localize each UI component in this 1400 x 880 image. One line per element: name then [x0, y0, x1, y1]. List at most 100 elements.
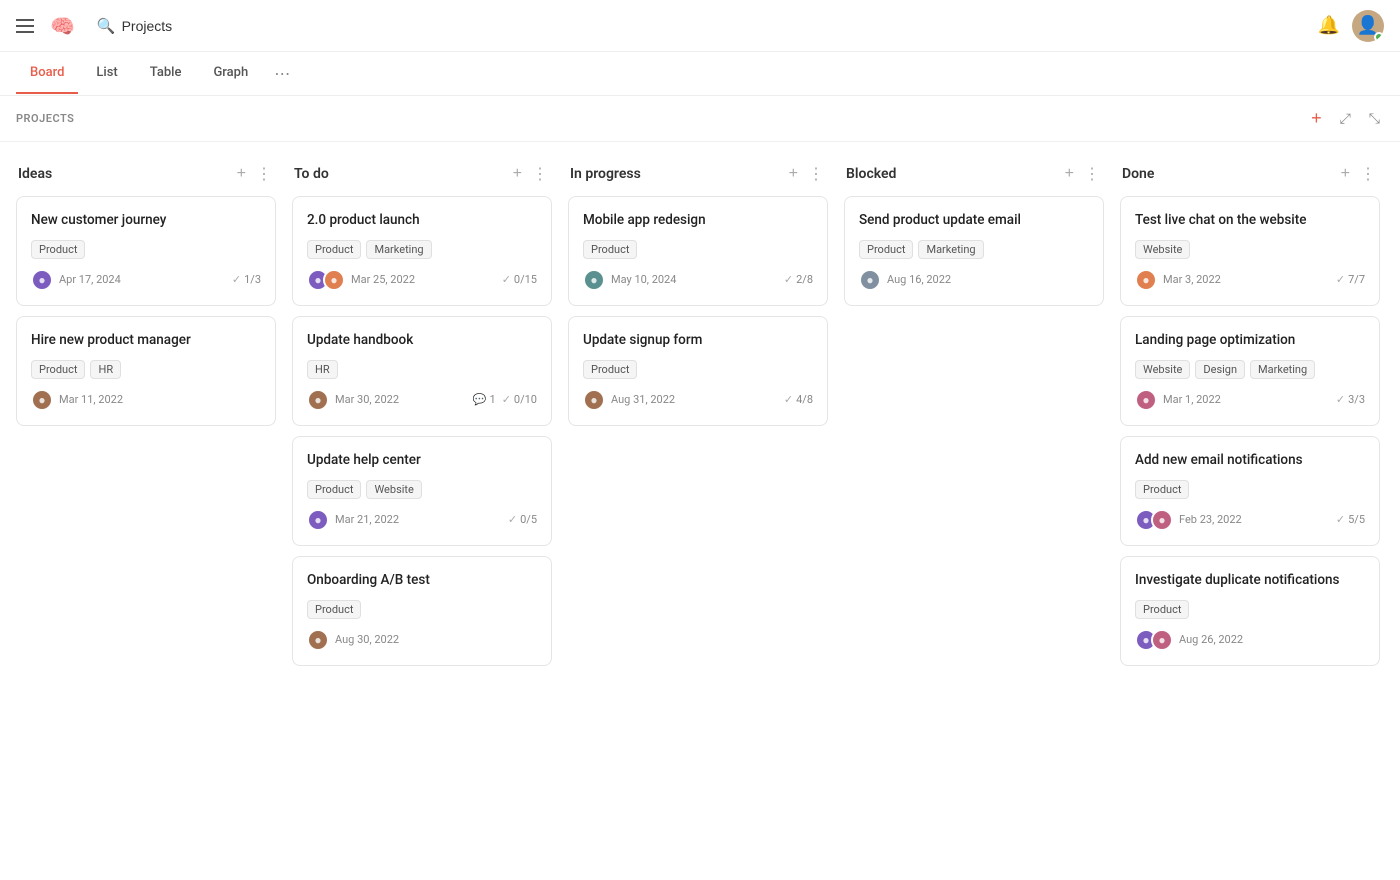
add-button[interactable]: + [1307, 106, 1326, 131]
card-tag[interactable]: Product [31, 360, 85, 379]
card-title-c6: Onboarding A/B test [307, 571, 537, 590]
card-meta-left: ●●Feb 23, 2022 [1135, 509, 1242, 531]
column-actions-todo: +⋮ [511, 162, 550, 186]
mini-avatar: ● [31, 269, 53, 291]
column-header-inprogress: In progress+⋮ [568, 158, 828, 196]
search-input[interactable] [122, 18, 222, 34]
card-tag[interactable]: HR [90, 360, 121, 379]
board: Ideas+⋮New customer journeyProduct●Apr 1… [0, 142, 1400, 880]
mini-avatar: ● [1135, 269, 1157, 291]
mini-avatar: ● [307, 509, 329, 531]
card-check: ✓ 0/5 [508, 513, 537, 526]
column-more-button-done[interactable]: ⋮ [1358, 162, 1378, 186]
card-tag[interactable]: Marketing [1250, 360, 1315, 379]
card-c10[interactable]: Test live chat on the websiteWebsite●Mar… [1120, 196, 1380, 306]
menu-icon[interactable] [16, 19, 34, 33]
card-c5[interactable]: Update help centerProductWebsite●Mar 21,… [292, 436, 552, 546]
card-tag[interactable]: Product [859, 240, 913, 259]
card-c7[interactable]: Mobile app redesignProduct●May 10, 2024✓… [568, 196, 828, 306]
card-tag[interactable]: Marketing [366, 240, 431, 259]
card-c12[interactable]: Add new email notificationsProduct●●Feb … [1120, 436, 1380, 546]
brain-icon: 🧠 [50, 14, 75, 38]
column-more-button-ideas[interactable]: ⋮ [254, 162, 274, 186]
tab-table[interactable]: Table [136, 53, 196, 94]
card-tag[interactable]: Product [307, 480, 361, 499]
card-footer-c5: ●Mar 21, 2022✓ 0/5 [307, 509, 537, 531]
add-card-button-blocked[interactable]: + [1063, 163, 1076, 185]
tab-list[interactable]: List [82, 53, 131, 94]
card-tags-c4: HR [307, 360, 537, 379]
column-actions-ideas: +⋮ [235, 162, 274, 186]
check-icon: ✓ [1336, 393, 1345, 406]
card-check: ✓ 0/10 [502, 393, 537, 406]
card-date-c12: Feb 23, 2022 [1179, 513, 1242, 526]
card-footer-c13: ●●Aug 26, 2022 [1135, 629, 1365, 651]
card-tag[interactable]: Product [583, 360, 637, 379]
column-actions-blocked: +⋮ [1063, 162, 1102, 186]
card-tag[interactable]: Product [31, 240, 85, 259]
card-tag[interactable]: Product [1135, 480, 1189, 499]
card-tags-c8: Product [583, 360, 813, 379]
card-tags-c5: Product Website [307, 480, 537, 499]
card-avatars: ● [1135, 269, 1157, 291]
card-tag[interactable]: Product [583, 240, 637, 259]
card-c3[interactable]: 2.0 product launch Product Marketing ●●Mar … [292, 196, 552, 306]
mini-avatar: ● [583, 389, 605, 411]
card-meta-left: ●Mar 30, 2022 [307, 389, 399, 411]
card-avatars: ● [307, 629, 329, 651]
card-title-c3: 2.0 product launch [307, 211, 537, 230]
add-card-button-ideas[interactable]: + [235, 163, 248, 185]
logo[interactable]: 🧠 [50, 14, 81, 38]
card-tag[interactable]: Product [307, 240, 361, 259]
column-title-blocked: Blocked [846, 166, 896, 182]
collapse-button[interactable]: ⤡ [1365, 108, 1384, 129]
notification-bell[interactable]: 🔔 [1318, 15, 1340, 36]
card-tag[interactable]: Website [1135, 360, 1190, 379]
add-card-button-done[interactable]: + [1339, 163, 1352, 185]
card-tag[interactable]: HR [307, 360, 338, 379]
tab-graph[interactable]: Graph [199, 53, 262, 94]
check-icon: ✓ [502, 273, 511, 286]
card-date-c8: Aug 31, 2022 [611, 393, 675, 406]
card-c4[interactable]: Update handbookHR●Mar 30, 2022💬 1✓ 0/10 [292, 316, 552, 426]
column-more-button-inprogress[interactable]: ⋮ [806, 162, 826, 186]
column-more-button-todo[interactable]: ⋮ [530, 162, 550, 186]
card-meta-right: 💬 1✓ 0/10 [473, 393, 537, 406]
expand-button[interactable]: ⤢ [1336, 108, 1355, 129]
card-avatars: ●● [1135, 629, 1173, 651]
card-meta-left: ●●Mar 25, 2022 [307, 269, 415, 291]
card-c9[interactable]: Send product update email Product Marketin… [844, 196, 1104, 306]
card-c2[interactable]: Hire new product managerProductHR●Mar 11… [16, 316, 276, 426]
card-avatars: ● [307, 389, 329, 411]
card-c1[interactable]: New customer journeyProduct●Apr 17, 2024… [16, 196, 276, 306]
add-card-button-todo[interactable]: + [511, 163, 524, 185]
mini-avatar: ● [307, 629, 329, 651]
check-icon: ✓ [232, 273, 241, 286]
card-c13[interactable]: Investigate duplicate notificationsProdu… [1120, 556, 1380, 666]
card-c8[interactable]: Update signup formProduct●Aug 31, 2022✓ … [568, 316, 828, 426]
tab-board[interactable]: Board [16, 53, 78, 94]
card-avatars: ●● [307, 269, 345, 291]
tab-more-button[interactable]: ⋯ [266, 52, 298, 95]
card-tag[interactable]: Website [366, 480, 421, 499]
card-c6[interactable]: Onboarding A/B testProduct●Aug 30, 2022 [292, 556, 552, 666]
card-c11[interactable]: Landing page optimizationWebsiteDesignMa… [1120, 316, 1380, 426]
card-tag[interactable]: Website [1135, 240, 1190, 259]
user-avatar[interactable]: 👤 [1352, 10, 1384, 42]
column-title-ideas: Ideas [18, 166, 52, 182]
card-tag[interactable]: Product [1135, 600, 1189, 619]
card-date-c9: Aug 16, 2022 [887, 273, 951, 286]
card-tag[interactable]: Product [307, 600, 361, 619]
card-tag[interactable]: Marketing [918, 240, 983, 259]
mini-avatar: ● [583, 269, 605, 291]
card-tag[interactable]: Design [1195, 360, 1245, 379]
column-more-button-blocked[interactable]: ⋮ [1082, 162, 1102, 186]
add-card-button-inprogress[interactable]: + [787, 163, 800, 185]
card-title-c9: Send product update email [859, 211, 1089, 230]
column-blocked: Blocked+⋮Send product update emailProduc… [844, 158, 1104, 316]
column-header-done: Done+⋮ [1120, 158, 1380, 196]
card-check: ✓ 5/5 [1336, 513, 1365, 526]
column-inprogress: In progress+⋮Mobile app redesignProduct●… [568, 158, 828, 436]
card-title-c2: Hire new product manager [31, 331, 261, 350]
search-area[interactable]: 🔍 [97, 17, 222, 35]
